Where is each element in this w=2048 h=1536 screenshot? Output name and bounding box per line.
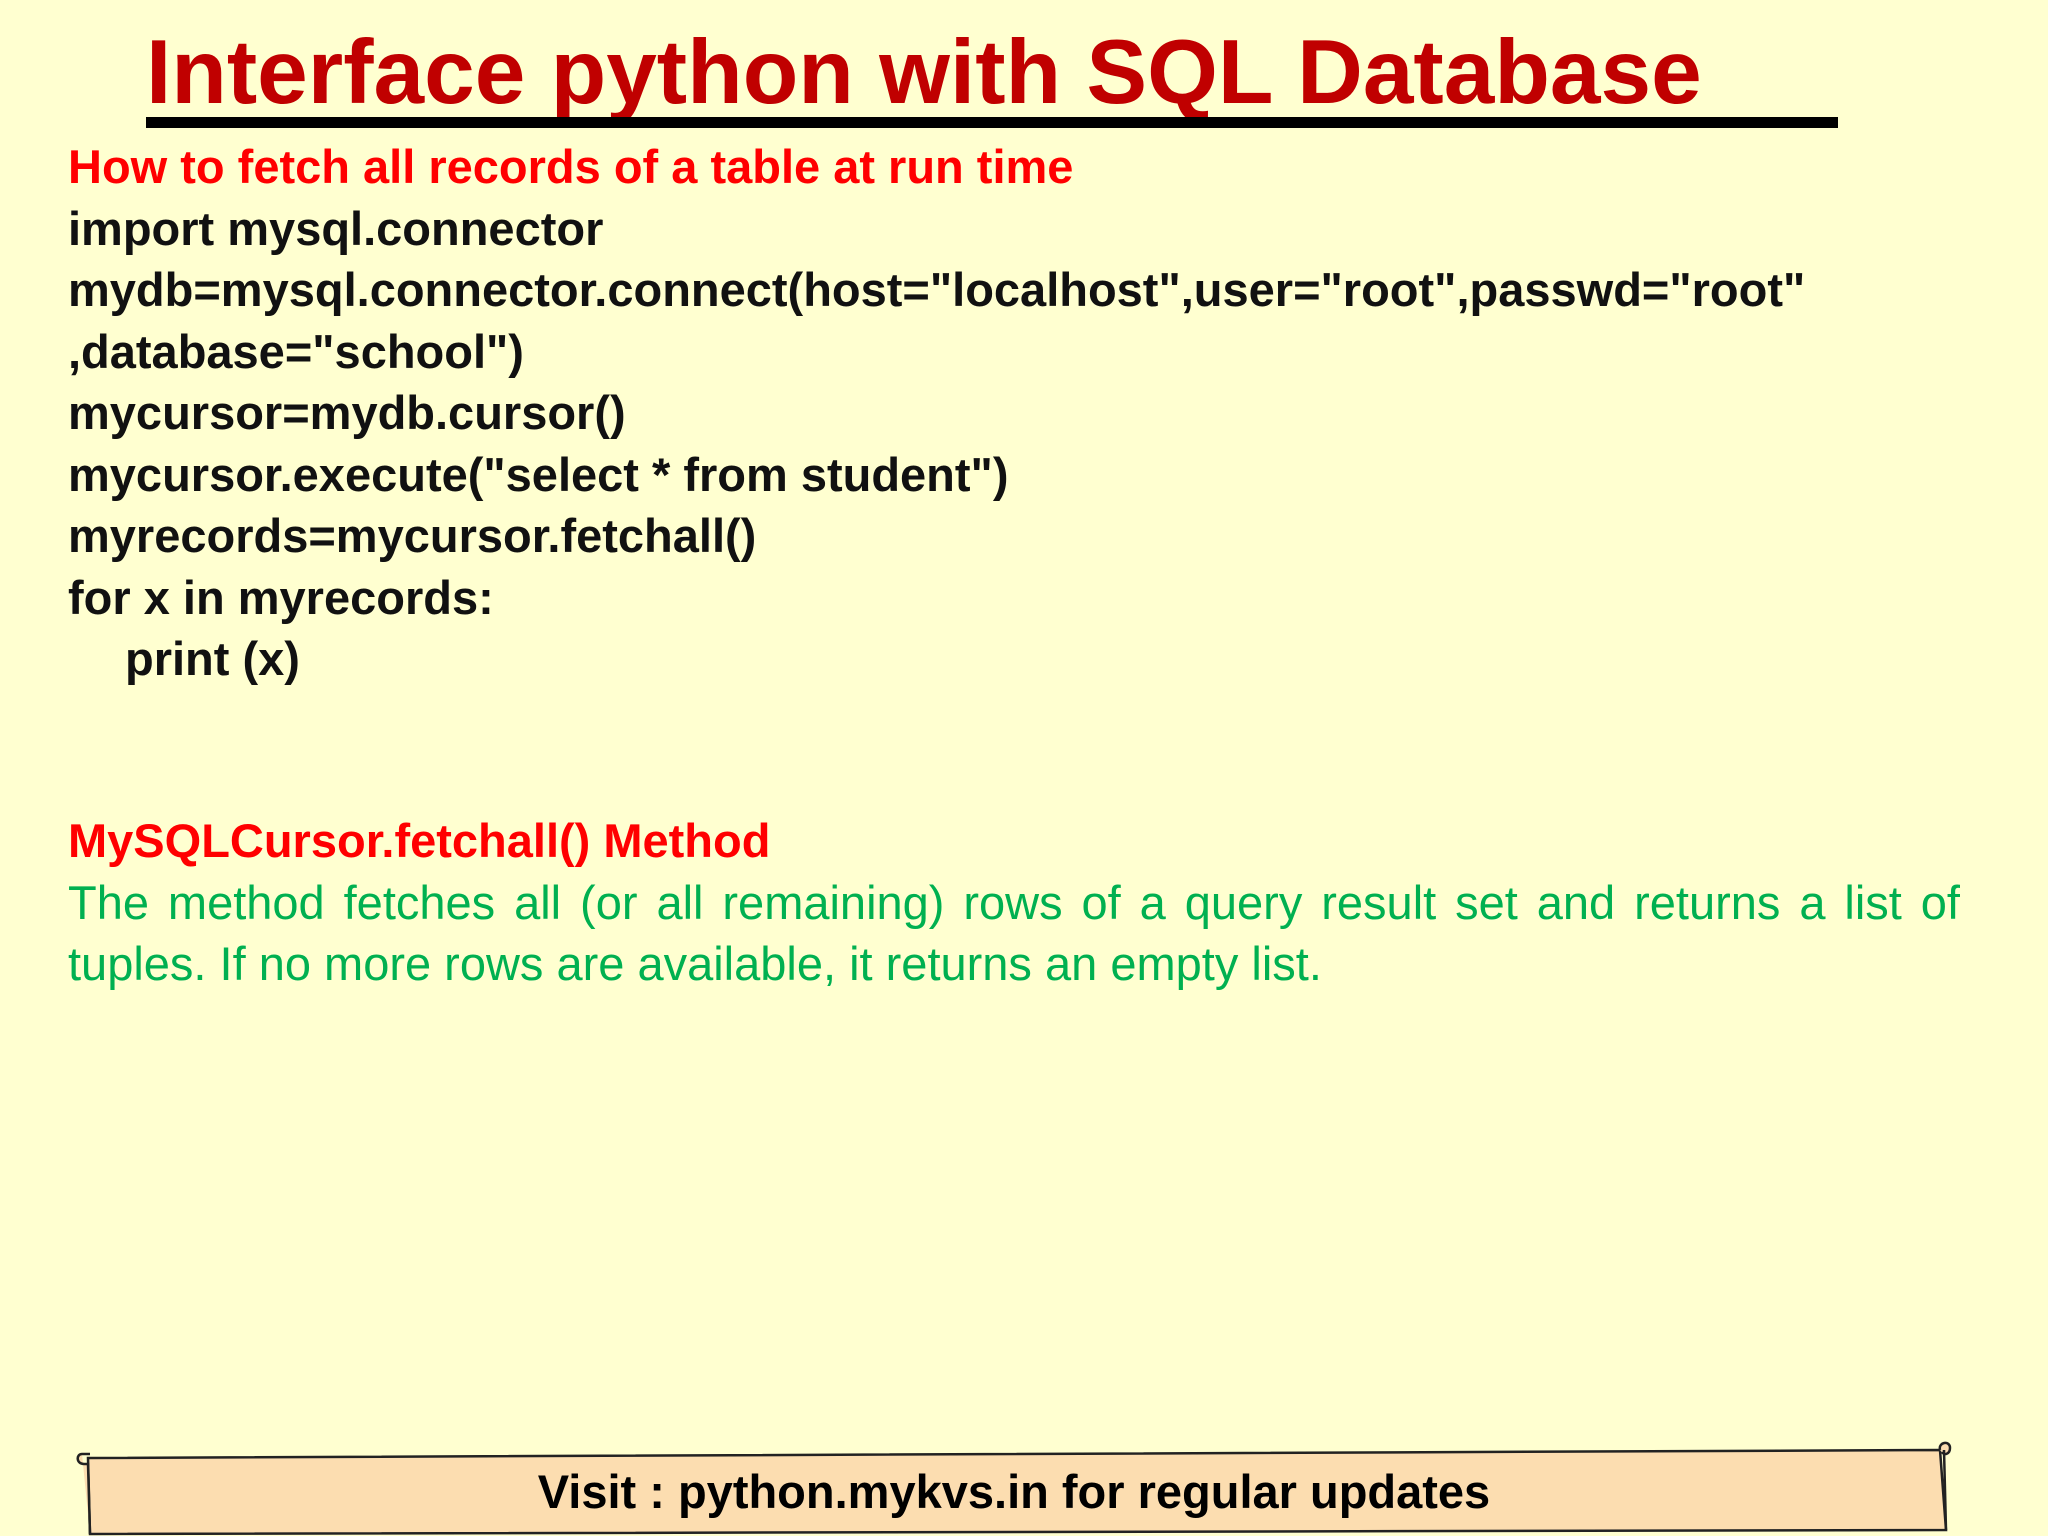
code-line: mycursor=mydb.cursor() [68,386,626,439]
slide-title: Interface python with SQL Database [146,22,1702,123]
method-description: The method fetches all (or all remaining… [68,875,1960,991]
code-line: for x in myrecords: [68,570,494,624]
code-line: ,database="school") [68,324,524,378]
code-line: import mysql.connector [68,201,604,255]
code-line: print (x) [125,632,300,685]
code-line: myrecords=mycursor.fetchall() [68,509,757,562]
code-line: mycursor.execute("select * from student"… [68,447,1009,501]
code-section: How to fetch all records of a table at r… [68,136,1960,690]
method-section: MySQLCursor.fetchall() Method The method… [68,810,1960,995]
section-subtitle: How to fetch all records of a table at r… [68,140,1074,193]
slide: Interface python with SQL Database How t… [0,0,2048,1536]
footer-banner: Visit : python.mykvs.in for regular upda… [76,1441,1952,1536]
method-heading: MySQLCursor.fetchall() Method [68,814,771,867]
footer-banner-text: Visit : python.mykvs.in for regular upda… [537,1465,1491,1518]
code-line: mydb=mysql.connector.connect(host="local… [68,263,1806,316]
title-underline [146,117,1838,128]
